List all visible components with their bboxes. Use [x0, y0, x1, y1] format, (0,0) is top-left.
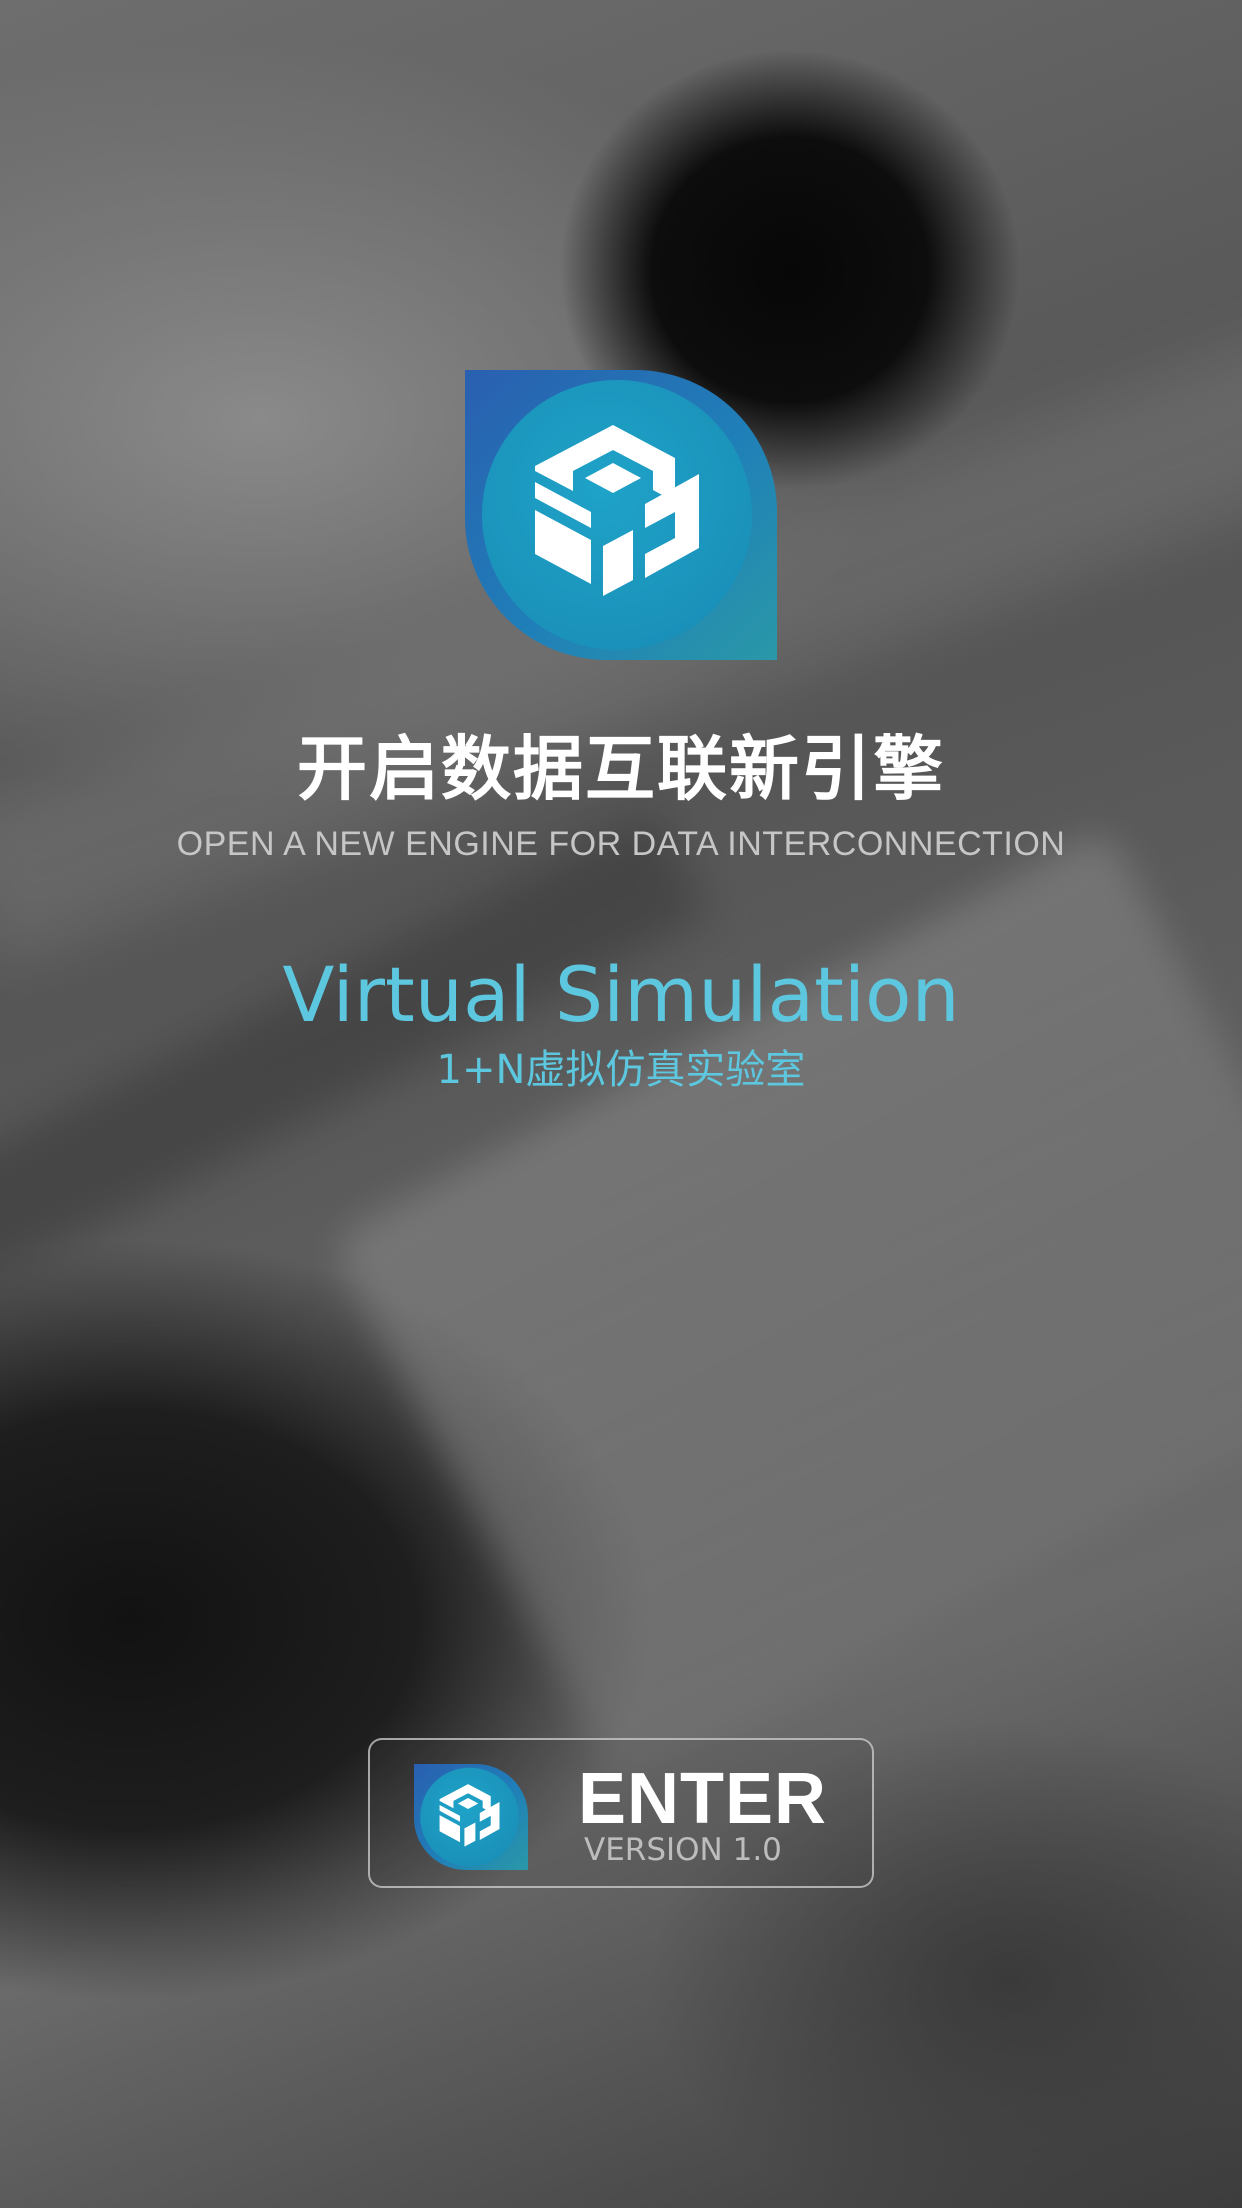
sd-cube-logo-icon — [465, 370, 777, 660]
enter-button[interactable]: ENTER VERSION 1.0 — [368, 1738, 874, 1888]
product-subtitle: 1+N虚拟仿真实验室 — [436, 1047, 806, 1093]
version-label: VERSION 1.0 — [584, 1832, 782, 1868]
sd-cube-logo-icon — [414, 1764, 528, 1870]
splash-screen: 开启数据互联新引擎 OPEN A NEW ENGINE FOR DATA INT… — [0, 0, 1242, 2208]
headline-en: OPEN A NEW ENGINE FOR DATA INTERCONNECTI… — [176, 825, 1066, 863]
headline-cn: 开启数据互联新引擎 — [297, 728, 945, 810]
enter-label: ENTER — [578, 1759, 828, 1839]
product-title: Virtual Simulation — [282, 950, 960, 1039]
